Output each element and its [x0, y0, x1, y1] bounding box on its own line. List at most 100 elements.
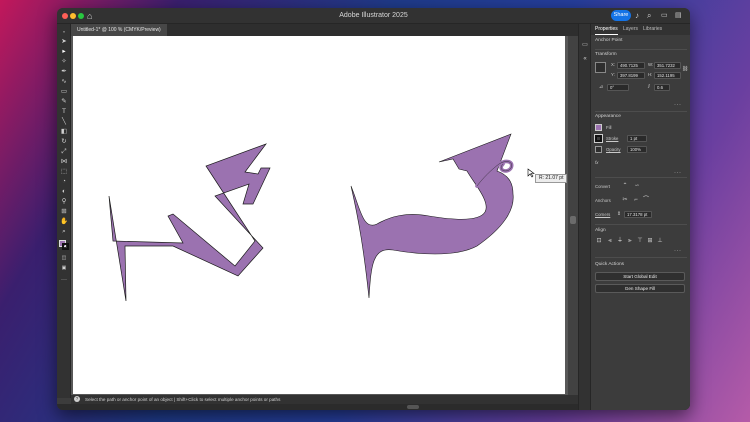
properties-panel: Properties Layers Libraries Anchor Point…: [590, 24, 690, 410]
horizontal-scrollbar-thumb[interactable]: [407, 405, 419, 409]
type-tool-icon[interactable]: T: [60, 108, 68, 116]
y-label: Y:: [611, 72, 615, 77]
opacity-label[interactable]: Opacity: [606, 147, 621, 153]
remove-anchor-icon[interactable]: ✂: [621, 197, 629, 204]
line-tool-icon[interactable]: ╲: [60, 118, 68, 126]
constrain-proportions-icon[interactable]: ⛓: [681, 66, 689, 73]
artboard[interactable]: [73, 36, 565, 394]
width-tool-icon[interactable]: ⋈: [60, 158, 68, 166]
help-icon[interactable]: ?: [74, 396, 80, 402]
appearance-heading: Appearance: [595, 114, 621, 119]
artboard-tool-icon[interactable]: ⊞: [60, 208, 68, 216]
drawing-mode-icon[interactable]: ◫: [60, 254, 68, 262]
fx-button[interactable]: fx: [595, 160, 598, 166]
align-middle-icon[interactable]: ⊞: [646, 238, 654, 245]
anchors-label: Anchors: [595, 198, 611, 203]
x-label: X:: [611, 62, 616, 67]
eraser-tool-icon[interactable]: ◧: [60, 128, 68, 136]
align-left-icon[interactable]: ⫷: [606, 238, 614, 245]
reference-point-icon[interactable]: [595, 62, 606, 73]
rotate-tool-icon[interactable]: ↻: [60, 138, 68, 146]
panel-tabs: Properties Layers Libraries: [591, 24, 690, 35]
collapse-panels-icon[interactable]: «: [581, 56, 589, 63]
align-right-icon[interactable]: ⫸: [626, 238, 634, 245]
tab-layers[interactable]: Layers: [623, 24, 638, 35]
document-tab[interactable]: Untitled-1* @ 100 % (CMYK/Preview): [71, 24, 167, 36]
start-global-edit-button[interactable]: Start Global Edit: [595, 272, 685, 281]
pen-tool-icon[interactable]: ✒: [60, 68, 68, 76]
stroke-label[interactable]: Stroke: [606, 136, 618, 142]
divider: [595, 224, 687, 225]
y-input[interactable]: 397.8199: [617, 72, 645, 79]
direct-selection-cursor-icon: [527, 168, 535, 178]
corners-input[interactable]: 17.3178 pt: [624, 211, 652, 218]
comment-icon[interactable]: ▭: [581, 42, 589, 49]
s-curve-shape[interactable]: [350, 133, 514, 299]
align-more-options-icon[interactable]: ···: [674, 248, 682, 254]
opacity-input[interactable]: 100%: [627, 146, 647, 153]
tab-properties[interactable]: Properties: [595, 24, 618, 35]
convert-label: Convert: [595, 184, 611, 189]
h-label: H:: [648, 72, 653, 77]
share-button[interactable]: Share: [611, 10, 631, 21]
status-bar: ? Select the path or anchor point of an …: [71, 395, 578, 404]
vertical-scrollbar[interactable]: [568, 36, 578, 396]
zoom-tool-icon[interactable]: ⌕: [60, 228, 68, 236]
edit-toolbar-icon[interactable]: ···: [60, 276, 68, 284]
scale-tool-icon[interactable]: ⤢: [60, 148, 68, 156]
rotate-angle-icon: ⊿: [598, 84, 604, 90]
screen-mode-icon[interactable]: ▣: [60, 264, 68, 272]
title-bar: ⌂ Adobe Illustrator 2025 Share ♪ ⌕ ▭ ▤: [57, 8, 690, 24]
rectangle-tool-icon[interactable]: ▭: [60, 88, 68, 96]
connect-anchors-icon[interactable]: ⌐: [632, 197, 640, 204]
gradient-tool-icon[interactable]: ◐: [60, 188, 68, 196]
arrange-documents-icon[interactable]: ▭: [661, 11, 668, 21]
shape-builder-tool-icon[interactable]: ◔: [60, 178, 68, 186]
divider: [595, 111, 687, 112]
divider: [595, 177, 687, 178]
align-center-icon[interactable]: ⏚: [616, 238, 624, 245]
tab-libraries[interactable]: Libraries: [643, 24, 662, 35]
cut-path-icon[interactable]: ⌒: [642, 197, 650, 204]
shear-input[interactable]: 0.6: [654, 84, 670, 91]
bell-icon[interactable]: ♪: [635, 11, 639, 21]
stroke-swatch[interactable]: [594, 134, 603, 143]
fill-label: Fill: [606, 125, 612, 130]
panel-toggle-icon[interactable]: ▤: [675, 11, 682, 21]
angle-input[interactable]: 0°: [607, 84, 629, 91]
corners-stepper-icon[interactable]: ⇕: [615, 211, 623, 218]
w-input[interactable]: 351.7232: [654, 62, 681, 69]
stroke-weight-input[interactable]: 1 pt: [627, 135, 647, 142]
convert-to-smooth-icon[interactable]: ∽: [633, 183, 641, 190]
hand-tool-icon[interactable]: ✋: [60, 218, 68, 226]
corners-label[interactable]: Corners: [595, 212, 610, 218]
transform-more-options-icon[interactable]: ···: [674, 102, 682, 108]
h-input[interactable]: 152.1195: [654, 72, 681, 79]
curvature-tool-icon[interactable]: ∿: [60, 78, 68, 86]
align-to-icon[interactable]: ⊡: [595, 238, 603, 245]
eyedropper-tool-icon[interactable]: ⚲: [60, 198, 68, 206]
status-hint: Select the path or anchor point of an ob…: [85, 397, 281, 402]
gen-shape-fill-button[interactable]: Gen Shape Fill: [595, 284, 685, 293]
selection-tool-icon[interactable]: ➤: [60, 38, 68, 46]
artwork-svg: [108, 133, 514, 302]
toolbar-grip-icon[interactable]: »: [60, 28, 68, 36]
appearance-more-options-icon[interactable]: ···: [674, 170, 682, 176]
direct-selection-tool-icon[interactable]: ▸: [60, 48, 68, 56]
align-bottom-icon[interactable]: ⊥: [656, 238, 664, 245]
align-top-icon[interactable]: ⊤: [636, 238, 644, 245]
paintbrush-tool-icon[interactable]: ✎: [60, 98, 68, 106]
transform-heading: Transform: [595, 52, 617, 57]
x-input[interactable]: 490.7125: [617, 62, 645, 69]
scrollbar-thumb[interactable]: [570, 216, 576, 224]
free-transform-tool-icon[interactable]: ⬚: [60, 168, 68, 176]
document-tab-bar: Untitled-1* @ 100 % (CMYK/Preview): [71, 24, 578, 36]
canvas-area[interactable]: [71, 36, 568, 396]
zigzag-shape[interactable]: [108, 143, 271, 302]
divider: [595, 49, 687, 50]
convert-to-corner-icon[interactable]: ⌃: [621, 183, 629, 190]
magic-wand-tool-icon[interactable]: ✧: [60, 58, 68, 66]
stroke-color-swatch[interactable]: [62, 243, 69, 250]
fill-swatch[interactable]: [595, 124, 602, 131]
search-icon[interactable]: ⌕: [647, 11, 651, 21]
